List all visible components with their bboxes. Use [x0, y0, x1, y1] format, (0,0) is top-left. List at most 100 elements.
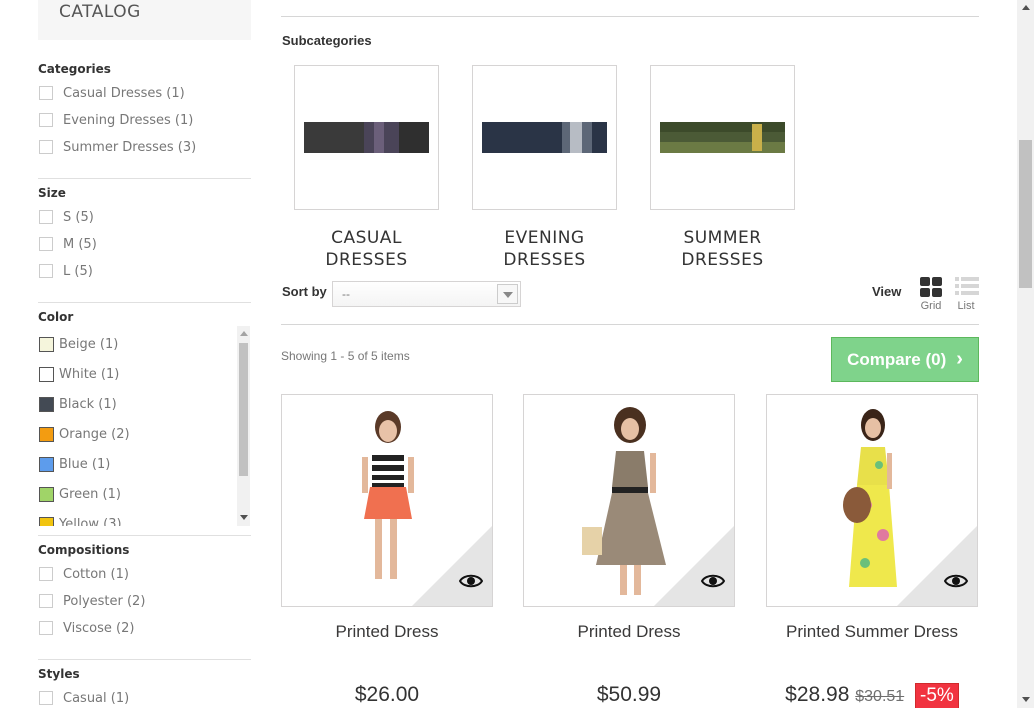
filter-composition-viscose[interactable]: Viscose (2)	[38, 619, 134, 637]
divider	[38, 535, 251, 536]
color-filter-list[interactable]: Beige (1) White (1) Black (1) Orange (2)…	[38, 326, 251, 526]
color-swatch[interactable]	[39, 336, 54, 352]
subcategory-name-line[interactable]: DRESSES	[472, 249, 617, 271]
filter-category-casual[interactable]: Casual Dresses (1)	[38, 84, 185, 102]
product-name[interactable]: Printed Summer Dress	[766, 622, 978, 642]
filter-label: Orange (2)	[59, 426, 130, 442]
subcategory-summer-name[interactable]: SUMMER DRESSES	[650, 227, 795, 271]
product-card[interactable]: Printed Dress $26.00	[281, 394, 493, 706]
chevron-right-icon: ›	[956, 348, 963, 370]
checkbox[interactable]	[39, 567, 53, 581]
filter-color-blue[interactable]: Blue (1)	[39, 455, 110, 473]
checkbox[interactable]	[39, 86, 53, 100]
filter-label: Casual (1)	[63, 690, 130, 706]
view-label: View	[872, 284, 902, 299]
compare-label: Compare (0)	[847, 349, 947, 369]
subcategories-title: Subcategories	[282, 33, 372, 48]
view-list-button[interactable]: List	[953, 277, 979, 313]
filter-style-casual[interactable]: Casual (1)	[38, 689, 129, 707]
filter-label: Beige (1)	[59, 336, 119, 352]
eye-icon[interactable]	[944, 574, 968, 588]
subcategory-name-line[interactable]: DRESSES	[650, 249, 795, 271]
filter-label: M (5)	[63, 236, 97, 252]
product-card[interactable]: Printed Dress $50.99	[523, 394, 735, 706]
checkbox[interactable]	[39, 237, 53, 251]
checkbox[interactable]	[39, 210, 53, 224]
product-price: $26.00	[354, 683, 420, 706]
divider	[38, 659, 251, 660]
catalog-header: CATALOG	[38, 0, 251, 40]
filter-color-yellow[interactable]: Yellow (3)	[39, 515, 122, 526]
sort-select[interactable]: --	[332, 281, 521, 307]
filter-title-size: Size	[38, 186, 66, 200]
product-image[interactable]	[281, 394, 493, 607]
subcategory-name-line[interactable]: EVENING	[472, 227, 617, 249]
filter-composition-polyester[interactable]: Polyester (2)	[38, 592, 145, 610]
subcategory-name-line[interactable]: CASUAL	[294, 227, 439, 249]
color-list-scrollbar[interactable]	[237, 326, 250, 526]
catalog-title: CATALOG	[59, 2, 141, 22]
filter-color-black[interactable]: Black (1)	[39, 395, 117, 413]
checkbox[interactable]	[39, 691, 53, 705]
page-scrollbar[interactable]	[1017, 0, 1034, 708]
page-scroll-thumb[interactable]	[1019, 140, 1032, 288]
filter-category-summer[interactable]: Summer Dresses (3)	[38, 138, 196, 156]
scroll-thumb[interactable]	[239, 343, 248, 476]
color-swatch[interactable]	[39, 366, 54, 382]
chevron-down-icon[interactable]	[497, 284, 518, 304]
filter-color-white[interactable]: White (1)	[39, 365, 119, 383]
color-swatch[interactable]	[39, 396, 54, 412]
filter-title-color: Color	[38, 310, 74, 324]
divider	[281, 324, 979, 325]
scroll-down-icon[interactable]	[240, 515, 248, 520]
color-swatch[interactable]	[39, 486, 54, 502]
subcategory-name-line[interactable]: DRESSES	[294, 249, 439, 271]
product-name[interactable]: Printed Dress	[523, 622, 735, 642]
compare-button[interactable]: Compare (0) ›	[831, 337, 979, 382]
product-name[interactable]: Printed Dress	[281, 622, 493, 642]
color-swatch[interactable]	[39, 426, 54, 442]
product-old-price: $30.51	[855, 688, 905, 705]
view-list-label: List	[957, 300, 975, 312]
filter-size-m[interactable]: M (5)	[38, 235, 97, 253]
product-price-row: $26.00	[281, 683, 493, 707]
product-card[interactable]: Printed Summer Dress $28.98 $30.51 -5%	[766, 394, 978, 708]
filter-composition-cotton[interactable]: Cotton (1)	[38, 565, 129, 583]
filter-color-beige[interactable]: Beige (1)	[39, 335, 118, 353]
filter-color-green[interactable]: Green (1)	[39, 485, 121, 503]
checkbox[interactable]	[39, 621, 53, 635]
casual-dresses-image	[304, 122, 429, 153]
subcategory-summer-image[interactable]	[650, 65, 795, 210]
checkbox[interactable]	[39, 140, 53, 154]
filter-category-evening[interactable]: Evening Dresses (1)	[38, 111, 193, 129]
product-price-row: $50.99	[523, 683, 735, 707]
divider	[38, 302, 251, 303]
product-image[interactable]	[523, 394, 735, 607]
checkbox[interactable]	[39, 264, 53, 278]
subcategory-casual-name[interactable]: CASUAL DRESSES	[294, 227, 439, 271]
product-image[interactable]	[766, 394, 978, 607]
eye-icon[interactable]	[459, 574, 483, 588]
view-grid-button[interactable]: Grid	[918, 277, 944, 313]
scroll-down-icon[interactable]	[1022, 697, 1030, 702]
subcategory-evening-image[interactable]	[472, 65, 617, 210]
scroll-up-icon[interactable]	[1022, 5, 1030, 10]
scroll-up-icon[interactable]	[240, 331, 248, 336]
subcategory-name-line[interactable]: SUMMER	[650, 227, 795, 249]
subcategory-evening-name[interactable]: EVENING DRESSES	[472, 227, 617, 271]
eye-icon[interactable]	[701, 574, 725, 588]
filter-size-l[interactable]: L (5)	[38, 262, 93, 280]
filter-color-orange[interactable]: Orange (2)	[39, 425, 130, 443]
divider	[38, 178, 251, 179]
filter-label: Cotton (1)	[63, 566, 129, 582]
subcategory-casual-image[interactable]	[294, 65, 439, 210]
divider	[281, 16, 979, 17]
color-swatch[interactable]	[39, 516, 54, 526]
discount-badge: -5%	[915, 683, 959, 708]
checkbox[interactable]	[39, 113, 53, 127]
filter-label: Evening Dresses (1)	[63, 112, 194, 128]
filter-label: White (1)	[59, 366, 120, 382]
filter-size-s[interactable]: S (5)	[38, 208, 94, 226]
checkbox[interactable]	[39, 594, 53, 608]
color-swatch[interactable]	[39, 456, 54, 472]
